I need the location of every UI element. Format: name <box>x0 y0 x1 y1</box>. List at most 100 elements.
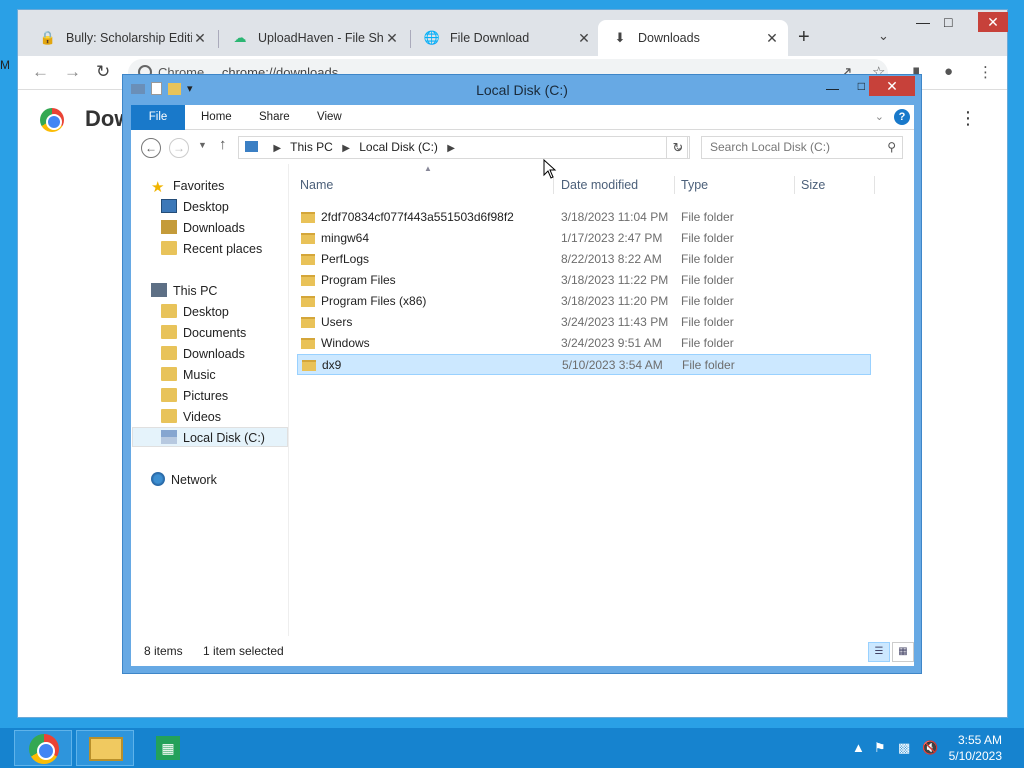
large-icons-view-icon[interactable]: ▦ <box>892 642 914 662</box>
breadcrumb-separator-icon[interactable]: ▶ <box>273 143 281 154</box>
breadcrumb-local-disk[interactable]: Local Disk (C:) <box>359 140 438 154</box>
column-name[interactable]: Name <box>300 172 333 198</box>
nav-favorites[interactable]: ★ Favorites <box>151 176 224 196</box>
show-hidden-icons-icon[interactable]: ▲ <box>852 740 865 755</box>
page-menu-dots-icon[interactable]: ⋮ <box>959 108 977 129</box>
menu-dots-icon[interactable]: ⋮ <box>978 63 993 81</box>
column-date-modified[interactable]: Date modified <box>561 172 638 198</box>
table-row[interactable]: Users 3/24/2023 11:43 PM File folder <box>297 312 871 333</box>
column-size[interactable]: Size <box>801 172 825 198</box>
navigation-pane: ★ Favorites Desktop Downloads Recent plac… <box>131 164 289 636</box>
tab-uploadhaven[interactable]: ☁ UploadHaven - File Sha ✕ <box>218 20 408 56</box>
table-row[interactable]: Windows 3/24/2023 9:51 AM File folder <box>297 333 871 354</box>
clock[interactable]: 3:55 AM 5/10/2023 <box>949 732 1002 764</box>
minimize-icon[interactable]: — <box>826 81 839 96</box>
nav-label: Documents <box>183 326 247 340</box>
folder-icon <box>301 233 315 244</box>
nav-downloads[interactable]: Downloads <box>161 218 245 238</box>
close-icon[interactable]: ✕ <box>764 30 780 47</box>
minimize-icon[interactable]: — <box>916 14 930 30</box>
column-divider[interactable] <box>674 176 675 194</box>
ribbon-tab-view[interactable]: View <box>317 105 342 130</box>
nav-network[interactable]: Network <box>151 470 217 490</box>
column-divider[interactable] <box>794 176 795 194</box>
taskbar-explorer[interactable] <box>76 730 134 766</box>
action-center-flag-icon[interactable]: ⚑ <box>874 740 886 756</box>
address-bar[interactable]: ▶ This PC ▶ Local Disk (C:) ▶ ⌄ <box>238 136 688 159</box>
nav-pc-downloads[interactable]: Downloads <box>161 344 245 364</box>
table-row-selected[interactable]: dx9 5/10/2023 3:54 AM File folder <box>297 354 871 375</box>
close-icon[interactable]: ✕ <box>192 30 208 47</box>
table-row[interactable]: PerfLogs 8/22/2013 8:22 AM File folder <box>297 249 871 270</box>
column-label: Date modified <box>561 178 639 192</box>
nav-music[interactable]: Music <box>161 365 216 385</box>
breadcrumb-separator-icon[interactable]: ▶ <box>342 143 350 154</box>
nav-desktop[interactable]: Desktop <box>161 197 229 217</box>
network-tray-icon[interactable]: ▩ <box>898 740 910 756</box>
file-explorer-icon <box>89 737 123 761</box>
file-date: 3/18/2023 11:20 PM <box>561 294 669 308</box>
volume-muted-icon[interactable]: 🔇 <box>922 740 938 756</box>
tab-file-download[interactable]: 🌐 File Download ✕ <box>410 20 600 56</box>
column-label: Size <box>801 178 826 192</box>
forward-arrow-icon[interactable]: → <box>64 62 81 82</box>
explorer-titlebar[interactable]: ▾ Local Disk (C:) — □ ✕ <box>123 75 921 105</box>
profile-icon[interactable]: ● <box>944 63 953 80</box>
store-icon[interactable]: ▦ <box>156 736 180 760</box>
taskbar-chrome[interactable] <box>14 730 72 766</box>
close-button[interactable]: ✕ <box>869 76 915 96</box>
tab-downloads[interactable]: ⬇ Downloads ✕ <box>598 20 788 56</box>
table-row[interactable]: mingw64 1/17/2023 2:47 PM File folder <box>297 228 871 249</box>
table-row[interactable]: 2fdf70834cf077f443a551503d6f98f2 3/18/202… <box>297 207 871 228</box>
close-window-button[interactable]: ✕ <box>978 12 1008 32</box>
tab-title: Bully: Scholarship Editio <box>66 31 192 45</box>
breadcrumb-separator-icon[interactable]: ▶ <box>447 143 455 154</box>
expand-ribbon-icon[interactable]: ⌄ <box>875 110 884 123</box>
ribbon-tab-share[interactable]: Share <box>259 105 290 130</box>
help-icon[interactable]: ? <box>894 109 910 125</box>
nav-label: Videos <box>183 410 221 424</box>
new-tab-button[interactable]: + <box>798 26 810 49</box>
reload-icon[interactable]: ↻ <box>96 62 110 82</box>
back-arrow-icon[interactable]: ← <box>32 62 49 82</box>
recent-locations-icon[interactable]: ▼ <box>198 140 207 150</box>
ribbon-tab-home[interactable]: Home <box>201 105 232 130</box>
up-arrow-icon[interactable]: ↑ <box>219 136 227 153</box>
close-icon[interactable]: ✕ <box>576 30 592 47</box>
maximize-icon[interactable]: □ <box>858 79 865 93</box>
explorer-window: ▾ Local Disk (C:) — □ ✕ File Home Share … <box>122 74 922 674</box>
back-icon[interactable]: ← <box>141 138 161 158</box>
nav-this-pc[interactable]: This PC <box>151 281 217 301</box>
close-icon[interactable]: ✕ <box>384 30 400 47</box>
nav-documents[interactable]: Documents <box>161 323 246 343</box>
nav-videos[interactable]: Videos <box>161 407 221 427</box>
details-view-icon[interactable]: ☰ <box>868 642 890 662</box>
search-icon: ⚲ <box>887 140 896 154</box>
nav-label: Downloads <box>183 347 245 361</box>
file-date: 8/22/2013 8:22 AM <box>561 252 662 266</box>
refresh-icon[interactable]: ↻ <box>666 136 690 159</box>
forward-icon[interactable]: → <box>169 138 189 158</box>
videos-folder-icon <box>161 409 177 423</box>
ribbon-tab-file[interactable]: File <box>131 105 185 130</box>
table-row[interactable]: Program Files 3/18/2023 11:22 PM File fold… <box>297 270 871 291</box>
file-name: Program Files (x86) <box>321 294 427 308</box>
search-input[interactable]: Search Local Disk (C:) ⚲ <box>701 136 903 159</box>
file-list: Name ▲ Date modified Type Size 2fdf70834… <box>291 164 914 636</box>
nav-pictures[interactable]: Pictures <box>161 386 228 406</box>
tab-search-chevron-icon[interactable]: ⌄ <box>878 28 889 44</box>
nav-recent-places[interactable]: Recent places <box>161 239 262 259</box>
column-type[interactable]: Type <box>681 172 708 198</box>
sort-up-icon: ▲ <box>424 164 432 173</box>
column-divider[interactable] <box>874 176 875 194</box>
breadcrumb-this-pc[interactable]: This PC <box>290 140 333 154</box>
table-row[interactable]: Program Files (x86) 3/18/2023 11:20 PM Fil… <box>297 291 871 312</box>
file-name: PerfLogs <box>321 252 370 266</box>
nav-pc-desktop[interactable]: Desktop <box>161 302 229 322</box>
file-name: Users <box>321 315 353 329</box>
clock-date: 5/10/2023 <box>948 749 1002 763</box>
tab-strip: 🔒 Bully: Scholarship Editio ✕ ☁ UploadHa… <box>18 10 1008 56</box>
nav-local-disk[interactable]: Local Disk (C:) <box>132 427 288 447</box>
maximize-icon[interactable]: □ <box>944 14 952 30</box>
tab-bully[interactable]: 🔒 Bully: Scholarship Editio ✕ <box>26 20 216 56</box>
